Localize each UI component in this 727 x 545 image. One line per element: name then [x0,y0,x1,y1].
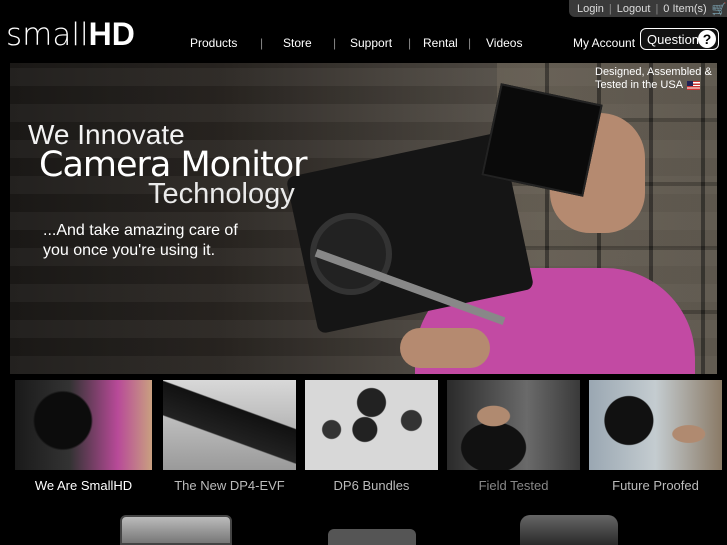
divider: | [655,2,659,15]
thumb-dp4-evf[interactable] [163,380,296,470]
hero-subtext-line2: you once you're using it. [43,242,216,259]
usa-line1: Designed, Assembled & [595,66,712,78]
product-preview-row [0,515,727,545]
hero-subtext: ...And take amazing care of you once you… [43,221,238,261]
usa-line2: Tested in the USA [595,79,684,91]
hero-headline-3: Technology [148,178,295,210]
product-preview-small[interactable] [328,529,416,545]
thumb-field-tested[interactable] [447,380,580,470]
product-preview-evf[interactable] [520,515,618,545]
nav-videos[interactable]: Videos [486,36,522,50]
hero-person-arm [400,328,490,368]
thumb-image [305,380,438,470]
product-preview-monitor[interactable] [120,515,232,545]
thumb-image [589,380,722,470]
logo-small: small [6,17,89,53]
thumb-image [15,380,152,470]
hero-subtext-line1: ...And take amazing care of [43,222,238,239]
thumb-label-future-proofed[interactable]: Future Proofed [589,478,722,493]
questions-button[interactable]: Questions ? [640,28,719,50]
us-flag-icon [687,80,701,90]
thumb-we-are-smallhd[interactable] [15,380,152,470]
nav-divider: | [260,36,264,50]
logo[interactable]: smallHD [6,14,135,55]
logo-hd: HD [88,16,135,52]
thumb-dp6-bundles[interactable] [305,380,438,470]
nav-divider: | [408,36,412,50]
nav-divider: | [333,36,337,50]
thumb-image [163,380,296,470]
thumb-label-dp6-bundles[interactable]: DP6 Bundles [305,478,438,493]
nav-store[interactable]: Store [283,36,333,50]
nav-divider: | [468,36,472,50]
hero-banner[interactable]: We Innovate Camera Monitor Technology ..… [10,63,717,374]
thumb-image [447,380,580,470]
questions-label: Questions [647,31,706,47]
my-account-link[interactable]: My Account [573,36,635,50]
thumb-future-proofed[interactable] [589,380,722,470]
nav-support[interactable]: Support [350,36,408,50]
cart-link[interactable]: 0 Item(s) [663,3,706,15]
account-toolbar: Login | Logout | 0 Item(s) 🛒 [569,0,727,17]
made-in-usa-badge: Designed, Assembled & Tested in the USA [595,66,712,92]
divider: | [608,2,612,15]
thumb-label-field-tested[interactable]: Field Tested [447,478,580,493]
logout-link[interactable]: Logout [617,3,651,15]
thumb-label-we-are-smallhd[interactable]: We Are SmallHD [15,478,152,493]
thumb-label-dp4-evf[interactable]: The New DP4-EVF [163,478,296,493]
login-link[interactable]: Login [577,3,604,15]
main-nav: Products | Store | Support | Rental | Vi… [190,36,522,50]
nav-products[interactable]: Products [190,36,260,50]
nav-rental[interactable]: Rental [423,36,468,50]
question-icon: ? [698,30,716,48]
cart-icon[interactable]: 🛒 [712,2,727,16]
